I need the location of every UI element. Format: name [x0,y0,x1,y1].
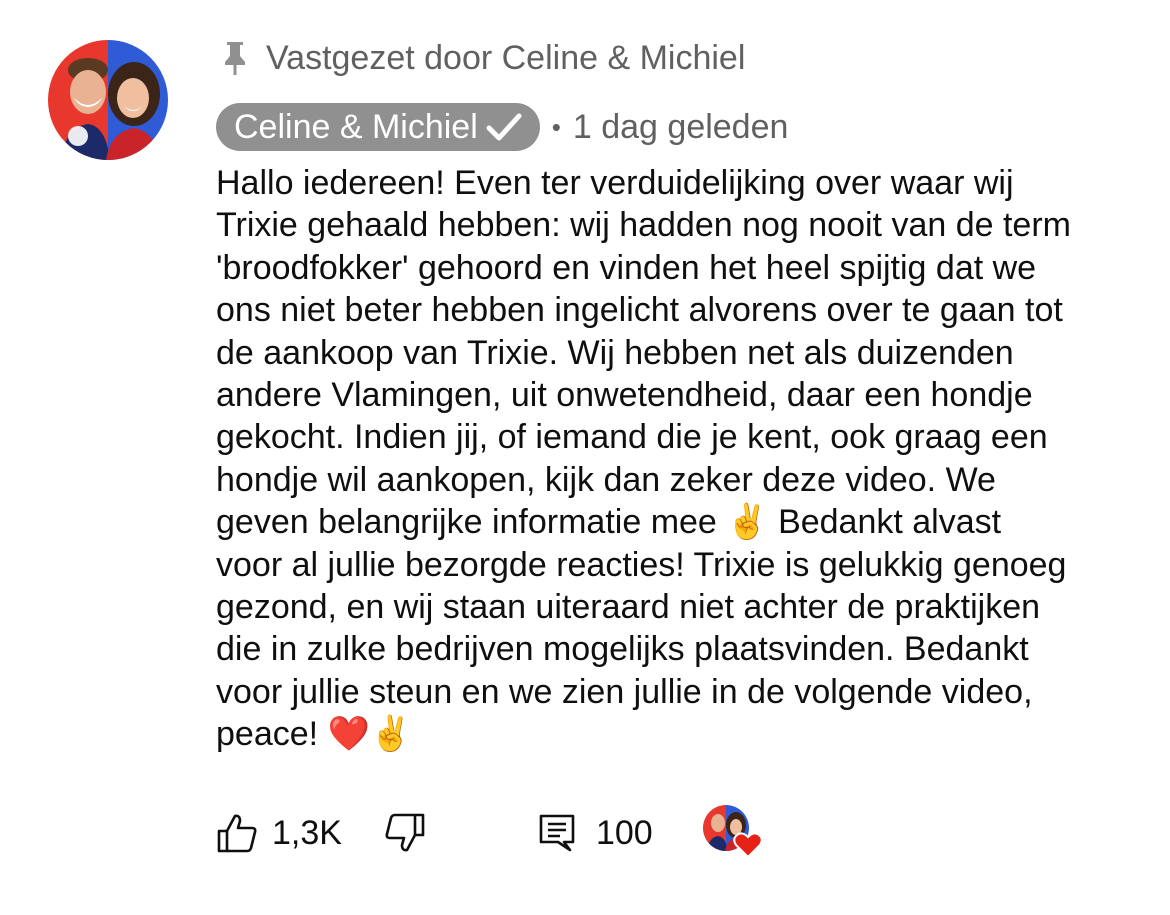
comment-timestamp[interactable]: 1 dag geleden [573,108,789,147]
heart-icon [732,832,763,859]
reply-count: 100 [595,813,653,852]
comment-icon [426,813,596,853]
channel-avatar[interactable] [48,40,168,160]
comment-actions: 1,3K 100 [216,805,763,861]
avatar-image [48,40,168,160]
thumbs-down-icon [342,812,426,854]
comment-line: de aankoop van Trixie. Wij hebben net al… [216,333,1014,372]
thumbs-up-icon [216,812,272,854]
reply-button[interactable]: 100 [426,813,653,853]
comment-line: geven belangrijke informatie mee ✌️ Beda… [216,503,1002,542]
comment-line: voor jullie steun en we zien jullie in d… [216,672,1033,711]
author-name: Celine & Michiel [234,107,478,146]
comment-line: andere Vlamingen, uit onwetendheid, daar… [216,376,1033,415]
pin-icon [222,40,248,76]
pinned-comment: Vastgezet door Celine & Michiel Celine &… [0,0,1170,915]
creator-heart-icon [702,805,763,861]
comment-line: Trixie gehaald hebben: wij hadden nog no… [216,206,1071,245]
comment-text: Hallo iedereen! Even ter verduidelijking… [216,162,1146,756]
pinned-label: Vastgezet door Celine & Michiel [266,38,746,77]
comment-line: Hallo iedereen! Even ter verduidelijking… [216,164,1014,202]
separator-dot: • [551,111,561,142]
comment-line: peace! ❤️✌️ [216,715,413,754]
author-name-chip[interactable]: Celine & Michiel [216,103,540,151]
comment-line: voor al jullie bezorgde reacties! Trixie… [216,545,1067,584]
comment-line: hondje wil aankopen, kijk dan zeker deze… [216,460,996,499]
comment-line: 'broodfokker' gehoord en vinden het heel… [216,248,1037,287]
comment-line: gekocht. Indien jij, of iemand die je ke… [216,418,1048,457]
like-count: 1,3K [272,813,342,852]
like-button[interactable]: 1,3K [216,812,342,854]
dislike-button[interactable] [342,812,426,854]
comment-line: ons niet beter hebben ingelicht alvorens… [216,291,1063,330]
comment-line: die in zulke bedrijven mogelijks plaatsv… [216,630,1029,669]
pinned-indicator: Vastgezet door Celine & Michiel [222,38,745,78]
author-row: Celine & Michiel • 1 dag geleden [216,103,788,151]
comment-line: gezond, en wij staan uiteraard niet acht… [216,588,1041,627]
checkmark-icon [486,112,522,142]
